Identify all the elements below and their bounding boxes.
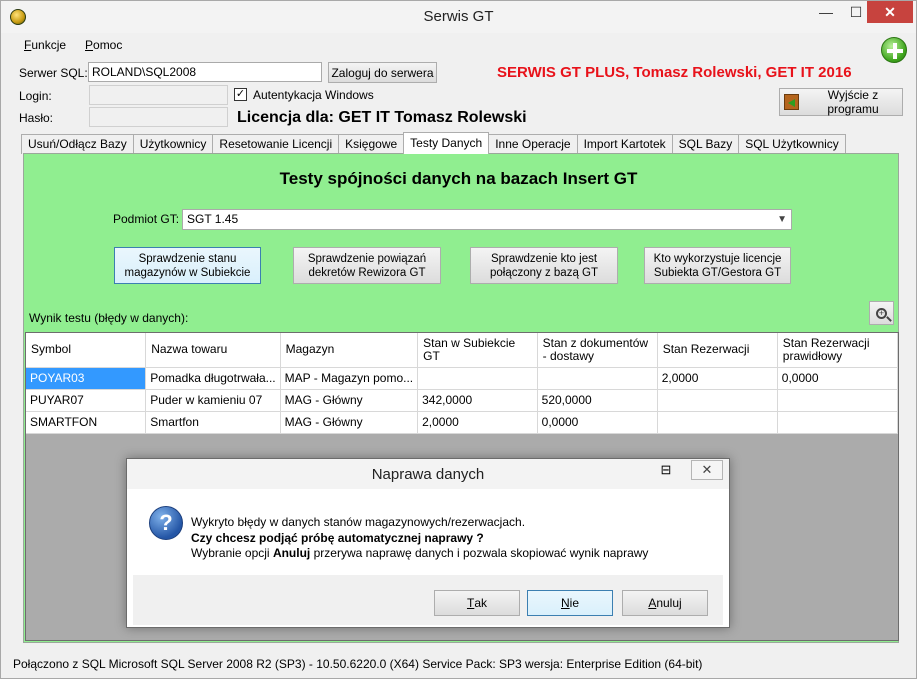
main-window: Serwis GT — ☐ ✕ Funkcje Pomoc Serwer SQL… [0, 0, 917, 679]
chevron-down-icon: ▼ [777, 214, 787, 225]
dialog-message-line1: Wykryto błędy w danych stanów magazynowy… [191, 515, 526, 529]
window-title: Serwis GT [423, 8, 494, 25]
dialog-title: Naprawa danych [371, 466, 485, 483]
windows-auth-checkbox[interactable]: ✓ [234, 88, 247, 101]
tab-inne-operacje[interactable]: Inne Operacje [488, 134, 578, 154]
table-cell[interactable] [777, 411, 899, 434]
dialog-message-line3: Wybranie opcji Anuluj przerywa naprawę d… [191, 546, 649, 560]
tab-strip: Usuń/Odłącz Bazy Użytkownicy Resetowanie… [21, 132, 846, 154]
table-row[interactable]: POYAR03 Pomadka długotrwała... MAP - Mag… [26, 367, 899, 390]
tab-import-kartotek[interactable]: Import Kartotek [576, 134, 673, 154]
repair-dialog: Naprawa danych ⊟ ✕ ? Wykryto błędy w dan… [126, 458, 730, 628]
column-header[interactable]: Stan w Subiekcie GT [417, 333, 538, 368]
table-cell[interactable]: Smartfon [145, 411, 281, 434]
yes-button[interactable]: Tak [434, 590, 520, 616]
tab-testy-danych[interactable]: Testy Danych [403, 132, 490, 154]
status-bar: Połączono z SQL Microsoft SQL Server 200… [13, 657, 703, 671]
tab-ksiegowe[interactable]: Księgowe [338, 134, 405, 154]
tab-resetowanie-licencji[interactable]: Resetowanie Licencji [212, 134, 340, 154]
login-input[interactable] [89, 85, 228, 105]
table-cell[interactable]: SMARTFON [26, 411, 147, 434]
table-cell[interactable]: 2,0000 [657, 367, 778, 390]
password-label: Hasło: [19, 111, 54, 125]
table-cell[interactable]: Puder w kamieniu 07 [145, 389, 281, 412]
tab-sql-uzytkownicy[interactable]: SQL Użytkownicy [738, 134, 846, 154]
table-cell[interactable]: PUYAR07 [26, 389, 147, 412]
login-server-button[interactable]: Zaloguj do serwera [328, 62, 437, 83]
check-connections-button[interactable]: Sprawdzenie kto jest połączony z bazą GT [470, 247, 618, 284]
dialog-title-bar: Naprawa danych ⊟ ✕ [127, 459, 729, 489]
table-header-row: Symbol Nazwa towaru Magazyn Stan w Subie… [26, 333, 899, 368]
dialog-message-question: Czy chcesz podjąć próbę automatycznej na… [191, 531, 484, 545]
dialog-body: ? Wykryto błędy w danych stanów magazyno… [133, 489, 723, 575]
result-label: Wynik testu (błędy w danych): [29, 311, 189, 325]
exit-door-icon [784, 94, 800, 110]
brand-text: SERWIS GT PLUS, Tomasz Rolewski, GET IT … [497, 64, 852, 81]
tab-usun-odlacz-bazy[interactable]: Usuń/Odłącz Bazy [21, 134, 134, 154]
table-cell[interactable]: 2,0000 [417, 411, 538, 434]
check-licences-button[interactable]: Kto wykorzystuje licencje Subiekta GT/Ge… [644, 247, 791, 284]
cancel-button[interactable]: Anuluj [622, 590, 708, 616]
table-cell[interactable]: 0,0000 [777, 367, 899, 390]
exit-program-button[interactable]: Wyjście z programu [779, 88, 903, 116]
check-stock-button[interactable]: Sprawdzenie stanu magazynów w Subiekcie [114, 247, 261, 284]
licence-text: Licencja dla: GET IT Tomasz Rolewski [237, 109, 527, 126]
subject-label: Podmiot GT: [113, 212, 180, 226]
subject-select[interactable]: SGT 1.45 ▼ [182, 209, 792, 230]
subject-select-value: SGT 1.45 [187, 212, 239, 226]
table-cell[interactable] [657, 411, 778, 434]
menu-pomoc[interactable]: Pomoc [85, 38, 122, 52]
tab-sql-bazy[interactable]: SQL Bazy [671, 134, 740, 154]
tab-uzytkownicy[interactable]: Użytkownicy [132, 134, 214, 154]
table-cell[interactable]: MAG - Główny [280, 389, 419, 412]
column-header[interactable]: Stan Rezerwacji prawidłowy [777, 333, 899, 368]
table-cell[interactable] [537, 367, 658, 390]
table-cell[interactable] [657, 389, 778, 412]
column-header[interactable]: Nazwa towaru [145, 333, 281, 368]
table-cell[interactable]: Pomadka długotrwała... [145, 367, 281, 390]
column-header[interactable]: Stan Rezerwacji [657, 333, 778, 368]
column-header[interactable]: Stan z dokumentów - dostawy [537, 333, 658, 368]
magnify-plus-icon: + [876, 307, 887, 319]
zoom-button[interactable]: + [869, 301, 894, 325]
table-cell[interactable] [417, 367, 538, 390]
add-plus-icon[interactable] [881, 37, 907, 63]
results-table: Symbol Nazwa towaru Magazyn Stan w Subie… [26, 333, 899, 434]
server-input[interactable]: ROLAND\SQL2008 [88, 62, 322, 82]
exit-button-label: Wyjście z programu [827, 88, 879, 116]
question-icon: ? [149, 506, 183, 540]
password-input[interactable] [89, 107, 228, 127]
table-cell[interactable]: POYAR03 [26, 367, 147, 390]
table-row[interactable]: SMARTFON Smartfon MAG - Główny 2,0000 0,… [26, 411, 899, 434]
table-cell[interactable]: 520,0000 [537, 389, 658, 412]
table-cell[interactable] [777, 389, 899, 412]
windows-auth-label: Autentykacja Windows [253, 88, 374, 102]
dialog-close-button[interactable]: ✕ [691, 460, 723, 480]
login-label: Login: [19, 89, 52, 103]
no-button[interactable]: Nie [527, 590, 613, 616]
table-row[interactable]: PUYAR07 Puder w kamieniu 07 MAG - Główny… [26, 389, 899, 412]
table-cell[interactable]: MAG - Główny [280, 411, 419, 434]
table-cell[interactable]: 342,0000 [417, 389, 538, 412]
title-bar: Serwis GT — ☐ ✕ [1, 1, 916, 33]
column-header[interactable]: Magazyn [280, 333, 419, 368]
panel-title: Testy spójności danych na bazach Insert … [279, 169, 638, 188]
menu-funkcje[interactable]: Funkcje [24, 38, 66, 52]
close-button[interactable]: ✕ [867, 1, 913, 23]
check-decrees-button[interactable]: Sprawdzenie powiązań dekretów Rewizora G… [293, 247, 441, 284]
column-header[interactable]: Symbol [26, 333, 147, 368]
table-cell[interactable]: MAP - Magazyn pomo... [280, 367, 419, 390]
table-cell[interactable]: 0,0000 [537, 411, 658, 434]
restore-icon[interactable]: ⊟ [658, 462, 674, 478]
minimize-button[interactable]: — [811, 1, 841, 23]
server-label: Serwer SQL: [19, 66, 88, 80]
